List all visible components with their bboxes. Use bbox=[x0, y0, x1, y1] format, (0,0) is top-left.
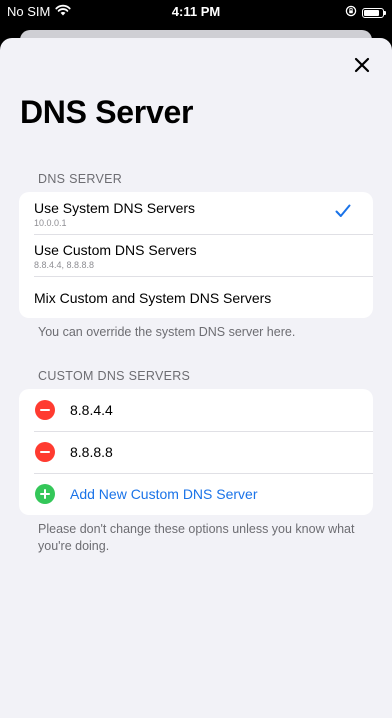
rotation-lock-icon bbox=[345, 5, 357, 20]
custom-dns-footer: Please don't change these options unless… bbox=[38, 522, 355, 553]
server-address: 8.8.4.4 bbox=[70, 402, 113, 418]
custom-dns-section-header: CUSTOM DNS SERVERS bbox=[38, 369, 191, 383]
option-mix-dns[interactable]: Mix Custom and System DNS Servers bbox=[19, 276, 373, 318]
dns-server-section-header: DNS SERVER bbox=[38, 172, 123, 186]
server-row: 8.8.4.4 bbox=[19, 389, 373, 431]
custom-servers-group: 8.8.4.4 8.8.8.8 Add New Custom DNS Serve… bbox=[19, 389, 373, 515]
status-right bbox=[345, 5, 386, 20]
option-detail: 10.0.0.1 bbox=[34, 218, 67, 228]
battery-icon bbox=[362, 7, 386, 18]
option-custom-dns[interactable]: Use Custom DNS Servers 8.8.4.4, 8.8.8.8 bbox=[19, 234, 373, 276]
remove-circle-icon[interactable] bbox=[35, 442, 55, 462]
add-server-row[interactable]: Add New Custom DNS Server bbox=[19, 473, 373, 515]
server-address: 8.8.8.8 bbox=[70, 444, 113, 460]
option-label: Use System DNS Servers bbox=[34, 200, 196, 216]
remove-circle-icon[interactable] bbox=[35, 400, 55, 420]
add-server-label: Add New Custom DNS Server bbox=[70, 486, 258, 502]
dns-server-sheet: DNS Server DNS SERVER Use System DNS Ser… bbox=[0, 38, 392, 718]
server-row: 8.8.8.8 bbox=[19, 431, 373, 473]
dns-mode-group: Use System DNS Servers 10.0.0.1 Use Cust… bbox=[19, 192, 373, 318]
close-button[interactable] bbox=[350, 53, 374, 77]
dns-server-footer: You can override the system DNS server h… bbox=[38, 325, 296, 339]
status-bar: No SIM 4:11 PM bbox=[0, 0, 392, 24]
option-label: Mix Custom and System DNS Servers bbox=[34, 290, 272, 306]
status-time: 4:11 PM bbox=[171, 4, 221, 19]
option-system-dns[interactable]: Use System DNS Servers 10.0.0.1 bbox=[19, 192, 373, 234]
option-label: Use Custom DNS Servers bbox=[34, 242, 197, 258]
checkmark-icon bbox=[335, 204, 351, 217]
page-title: DNS Server bbox=[20, 94, 194, 130]
close-icon bbox=[354, 57, 370, 73]
add-circle-icon bbox=[35, 484, 55, 504]
option-detail: 8.8.4.4, 8.8.8.8 bbox=[34, 260, 95, 270]
